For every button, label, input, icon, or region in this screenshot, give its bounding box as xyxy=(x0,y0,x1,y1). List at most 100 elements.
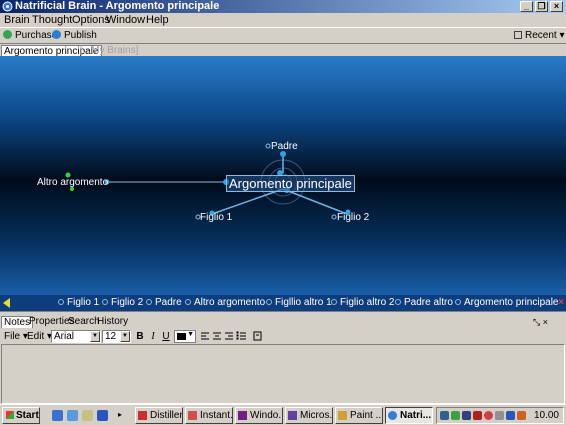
menu-brain[interactable]: Brain xyxy=(4,14,30,26)
tray-icon-media[interactable] xyxy=(506,411,515,420)
desktop-icon[interactable] xyxy=(82,410,93,421)
thought-icon xyxy=(395,299,401,305)
thought-icon xyxy=(266,299,272,305)
purchase-button[interactable]: Purchase xyxy=(3,30,57,41)
thought-figlio-1[interactable]: Figlio 1 xyxy=(200,212,232,223)
close-history-icon[interactable]: × xyxy=(558,297,564,308)
past-thoughts-strip: Figlio 1 Figlio 2 Padre Altro argomento … xyxy=(0,295,566,311)
ie-icon[interactable] xyxy=(52,410,63,421)
font-select[interactable]: Arial ▼ xyxy=(51,330,101,343)
windows-taskbar: Start ▸ Distiller... Instant... Windo...… xyxy=(0,404,566,425)
notes-edit-menu[interactable]: Edit ▾ xyxy=(27,331,52,342)
align-left-icon[interactable] xyxy=(201,332,209,340)
tab-history[interactable]: History xyxy=(95,316,130,328)
minimize-button[interactable]: _ xyxy=(520,1,533,12)
restore-button[interactable]: ❐ xyxy=(535,1,548,12)
microsoft-icon xyxy=(288,411,297,420)
menu-thought[interactable]: Thought xyxy=(32,14,72,26)
paint-icon xyxy=(338,411,347,420)
system-tray: 10.00 xyxy=(436,407,564,424)
menu-bar: Brain Thought Options Window Help xyxy=(0,13,566,27)
align-right-icon[interactable] xyxy=(225,332,233,340)
recent-dropdown[interactable]: Recent ▾ xyxy=(514,30,565,41)
instant-icon xyxy=(188,411,197,420)
outlook-icon[interactable] xyxy=(67,410,78,421)
brain-icon xyxy=(388,411,397,420)
search-icon[interactable] xyxy=(495,411,504,420)
brain-app-icon xyxy=(2,1,13,12)
brain-tab-bar: Argomento principale [...My Brains] xyxy=(0,43,566,57)
purchase-icon xyxy=(3,30,12,39)
underline-button[interactable]: U xyxy=(160,331,172,342)
history-item[interactable]: Figlio 2 xyxy=(102,297,143,308)
history-item[interactable]: Figlio 1 xyxy=(58,297,99,308)
bullet-list-icon[interactable] xyxy=(236,331,246,340)
task-microsoft[interactable]: Micros... xyxy=(285,407,333,424)
distiller-icon xyxy=(138,411,147,420)
bold-button[interactable]: B xyxy=(134,331,146,342)
start-button[interactable]: Start xyxy=(2,407,40,424)
thought-icon xyxy=(58,299,64,305)
notes-toolbar: File ▾ Edit ▾ Arial ▼ 12 ▼ B I U ▼ xyxy=(0,328,566,344)
thought-icon xyxy=(185,299,191,305)
thought-figlio-2[interactable]: Figlio 2 xyxy=(337,212,369,223)
history-item[interactable]: Argomento principale xyxy=(455,297,559,308)
font-size-select[interactable]: 12 ▼ xyxy=(102,330,131,343)
task-distiller[interactable]: Distiller... xyxy=(135,407,183,424)
insert-link-icon[interactable] xyxy=(253,331,262,341)
thought-argomento-principale[interactable]: Argomento principale xyxy=(226,175,355,192)
task-paint[interactable]: Paint ... xyxy=(335,407,383,424)
align-center-icon[interactable] xyxy=(213,332,221,340)
text-color-picker[interactable]: ▼ xyxy=(174,330,196,343)
title-bar: Natrificial Brain - Argomento principale… xyxy=(0,0,566,13)
menu-options[interactable]: Options xyxy=(72,14,110,26)
history-item[interactable]: Padre altro xyxy=(395,297,453,308)
scroll-left-arrow-icon[interactable] xyxy=(3,298,10,308)
volume-icon[interactable] xyxy=(517,411,526,420)
thought-padre[interactable]: Padre xyxy=(271,141,298,152)
history-item[interactable]: Figlio altro 2 xyxy=(331,297,394,308)
menu-help[interactable]: Help xyxy=(146,14,169,26)
windows-logo-icon xyxy=(6,411,14,419)
notes-panel-controls[interactable]: ⤡ × xyxy=(533,317,548,328)
thought-icon xyxy=(146,299,152,305)
tray-icon-green[interactable] xyxy=(451,411,460,420)
recent-icon xyxy=(514,31,522,39)
tray-icon-blue[interactable] xyxy=(462,411,471,420)
chevron-down-icon[interactable]: ▼ xyxy=(90,331,100,342)
thought-altro-argomento[interactable]: Altro argomento xyxy=(37,177,108,188)
history-item[interactable]: Padre xyxy=(146,297,182,308)
plex-view[interactable]: Padre Argomento principale Altro argomen… xyxy=(0,56,566,295)
history-item[interactable]: Altro argomento xyxy=(185,297,265,308)
task-natrificial[interactable]: Natri... xyxy=(385,407,433,424)
menu-window[interactable]: Window xyxy=(106,14,145,26)
task-instant[interactable]: Instant... xyxy=(185,407,233,424)
windows-icon xyxy=(238,411,247,420)
child2-dot xyxy=(331,214,337,220)
antivirus-icon[interactable] xyxy=(473,411,482,420)
italic-button[interactable]: I xyxy=(147,331,159,342)
quicklaunch-more-icon[interactable]: ▸ xyxy=(118,410,122,419)
media-icon[interactable] xyxy=(97,410,108,421)
chevron-down-icon: ▾ xyxy=(559,30,565,41)
thought-icon xyxy=(331,299,337,305)
notes-file-menu[interactable]: File ▾ xyxy=(4,331,28,342)
window-title: Natrificial Brain - Argomento principale xyxy=(15,0,220,12)
chevron-down-icon: ▼ xyxy=(187,331,194,338)
globe-icon xyxy=(52,30,61,39)
network-icon[interactable] xyxy=(440,411,449,420)
alignment-buttons xyxy=(201,331,262,341)
close-button[interactable]: × xyxy=(550,1,563,12)
publish-button[interactable]: Publish xyxy=(52,30,97,41)
notes-editor[interactable] xyxy=(1,344,565,404)
tray-icon-red[interactable] xyxy=(484,411,493,420)
clock[interactable]: 10.00 xyxy=(534,410,559,421)
parent-dot xyxy=(265,143,271,149)
history-item[interactable]: Figllio altro 1 xyxy=(266,297,332,308)
main-toolbar: Purchase Publish Recent ▾ xyxy=(0,27,566,43)
chevron-down-icon[interactable]: ▼ xyxy=(120,331,130,342)
color-swatch xyxy=(177,333,186,340)
task-windows[interactable]: Windo... xyxy=(235,407,283,424)
notes-tab-bar: Notes Properties Search History ⤡ × xyxy=(0,316,566,329)
thought-icon xyxy=(455,299,461,305)
